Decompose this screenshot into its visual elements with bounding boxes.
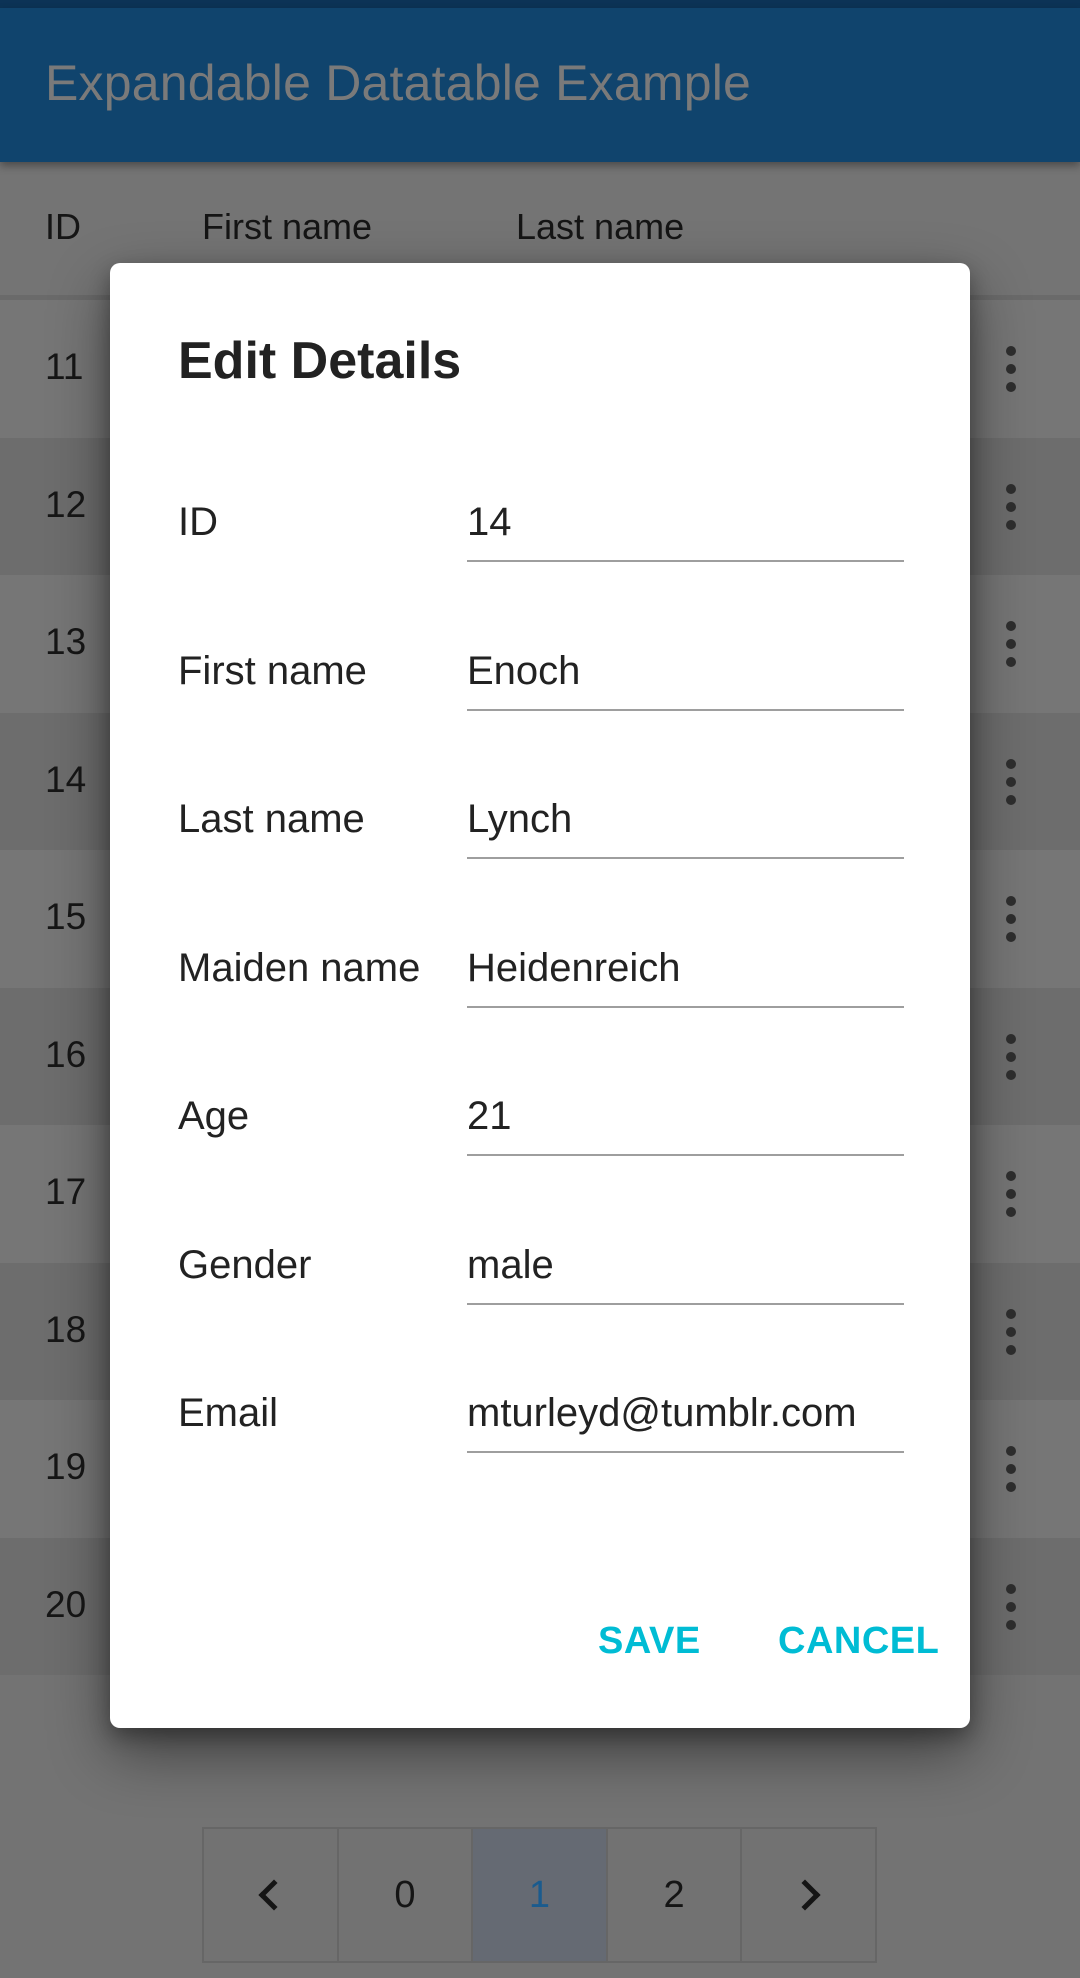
column-header-last-name[interactable]: Last name	[516, 206, 684, 248]
save-button[interactable]: SAVE	[598, 1620, 701, 1663]
field-label: ID	[178, 500, 218, 544]
input-underline	[467, 560, 904, 562]
field-last-name: Last name	[110, 791, 970, 917]
more-vert-icon[interactable]	[995, 480, 1027, 534]
input-underline	[467, 857, 904, 859]
input-underline	[467, 1154, 904, 1156]
edit-details-dialog: Edit Details ID First name Last name Mai…	[110, 263, 970, 1728]
prev-page-button[interactable]	[204, 1829, 339, 1961]
cancel-button[interactable]: CANCEL	[778, 1620, 939, 1663]
field-label: Gender	[178, 1243, 312, 1287]
field-id: ID	[110, 494, 970, 620]
input-underline	[467, 1303, 904, 1305]
field-first-name: First name	[110, 643, 970, 769]
dialog-title: Edit Details	[178, 332, 462, 390]
last-name-input[interactable]	[467, 791, 904, 847]
column-header-id[interactable]: ID	[45, 206, 81, 248]
page-button[interactable]: 0	[339, 1829, 474, 1961]
age-input[interactable]	[467, 1088, 904, 1144]
more-vert-icon[interactable]	[995, 342, 1027, 396]
row-id: 17	[45, 1171, 87, 1212]
field-label: Email	[178, 1391, 279, 1435]
more-vert-icon[interactable]	[995, 1167, 1027, 1221]
email-input[interactable]	[467, 1385, 904, 1441]
chevron-right-icon	[789, 1879, 821, 1911]
field-label: First name	[178, 649, 367, 693]
row-id: 15	[45, 896, 87, 937]
field-label: Last name	[178, 797, 365, 841]
input-underline	[467, 1451, 904, 1453]
row-id: 16	[45, 1033, 87, 1075]
field-age: Age	[110, 1088, 970, 1214]
first-name-input[interactable]	[467, 643, 904, 699]
more-vert-icon[interactable]	[995, 755, 1027, 809]
row-id: 13	[45, 621, 87, 662]
more-vert-icon[interactable]	[995, 1030, 1027, 1084]
more-vert-icon[interactable]	[995, 617, 1027, 671]
status-bar	[0, 0, 1080, 8]
page-button[interactable]: 2	[608, 1829, 743, 1961]
row-id: 20	[45, 1583, 87, 1625]
column-header-first-name[interactable]: First name	[202, 206, 372, 248]
row-id: 14	[45, 758, 87, 800]
gender-input[interactable]	[467, 1237, 904, 1293]
chevron-left-icon	[258, 1879, 290, 1911]
id-input[interactable]	[467, 494, 904, 550]
input-underline	[467, 1006, 904, 1008]
field-label: Age	[178, 1094, 250, 1138]
app-bar: Expandable Datatable Example	[0, 8, 1080, 162]
field-maiden-name: Maiden name	[110, 940, 970, 1066]
maiden-name-input[interactable]	[467, 940, 904, 996]
field-gender: Gender	[110, 1237, 970, 1363]
row-id: 11	[45, 346, 84, 387]
page-button-current[interactable]: 1	[473, 1829, 608, 1961]
more-vert-icon[interactable]	[995, 1305, 1027, 1359]
more-vert-icon[interactable]	[995, 1442, 1027, 1496]
next-page-button[interactable]	[742, 1829, 875, 1961]
row-id: 19	[45, 1446, 87, 1487]
row-id: 18	[45, 1308, 87, 1350]
app-title: Expandable Datatable Example	[45, 55, 752, 111]
input-underline	[467, 709, 904, 711]
field-email: Email	[110, 1385, 970, 1511]
row-id: 12	[45, 483, 87, 525]
more-vert-icon[interactable]	[995, 892, 1027, 946]
field-label: Maiden name	[178, 946, 421, 990]
pagination: 0 1 2	[202, 1827, 877, 1963]
more-vert-icon[interactable]	[995, 1580, 1027, 1634]
